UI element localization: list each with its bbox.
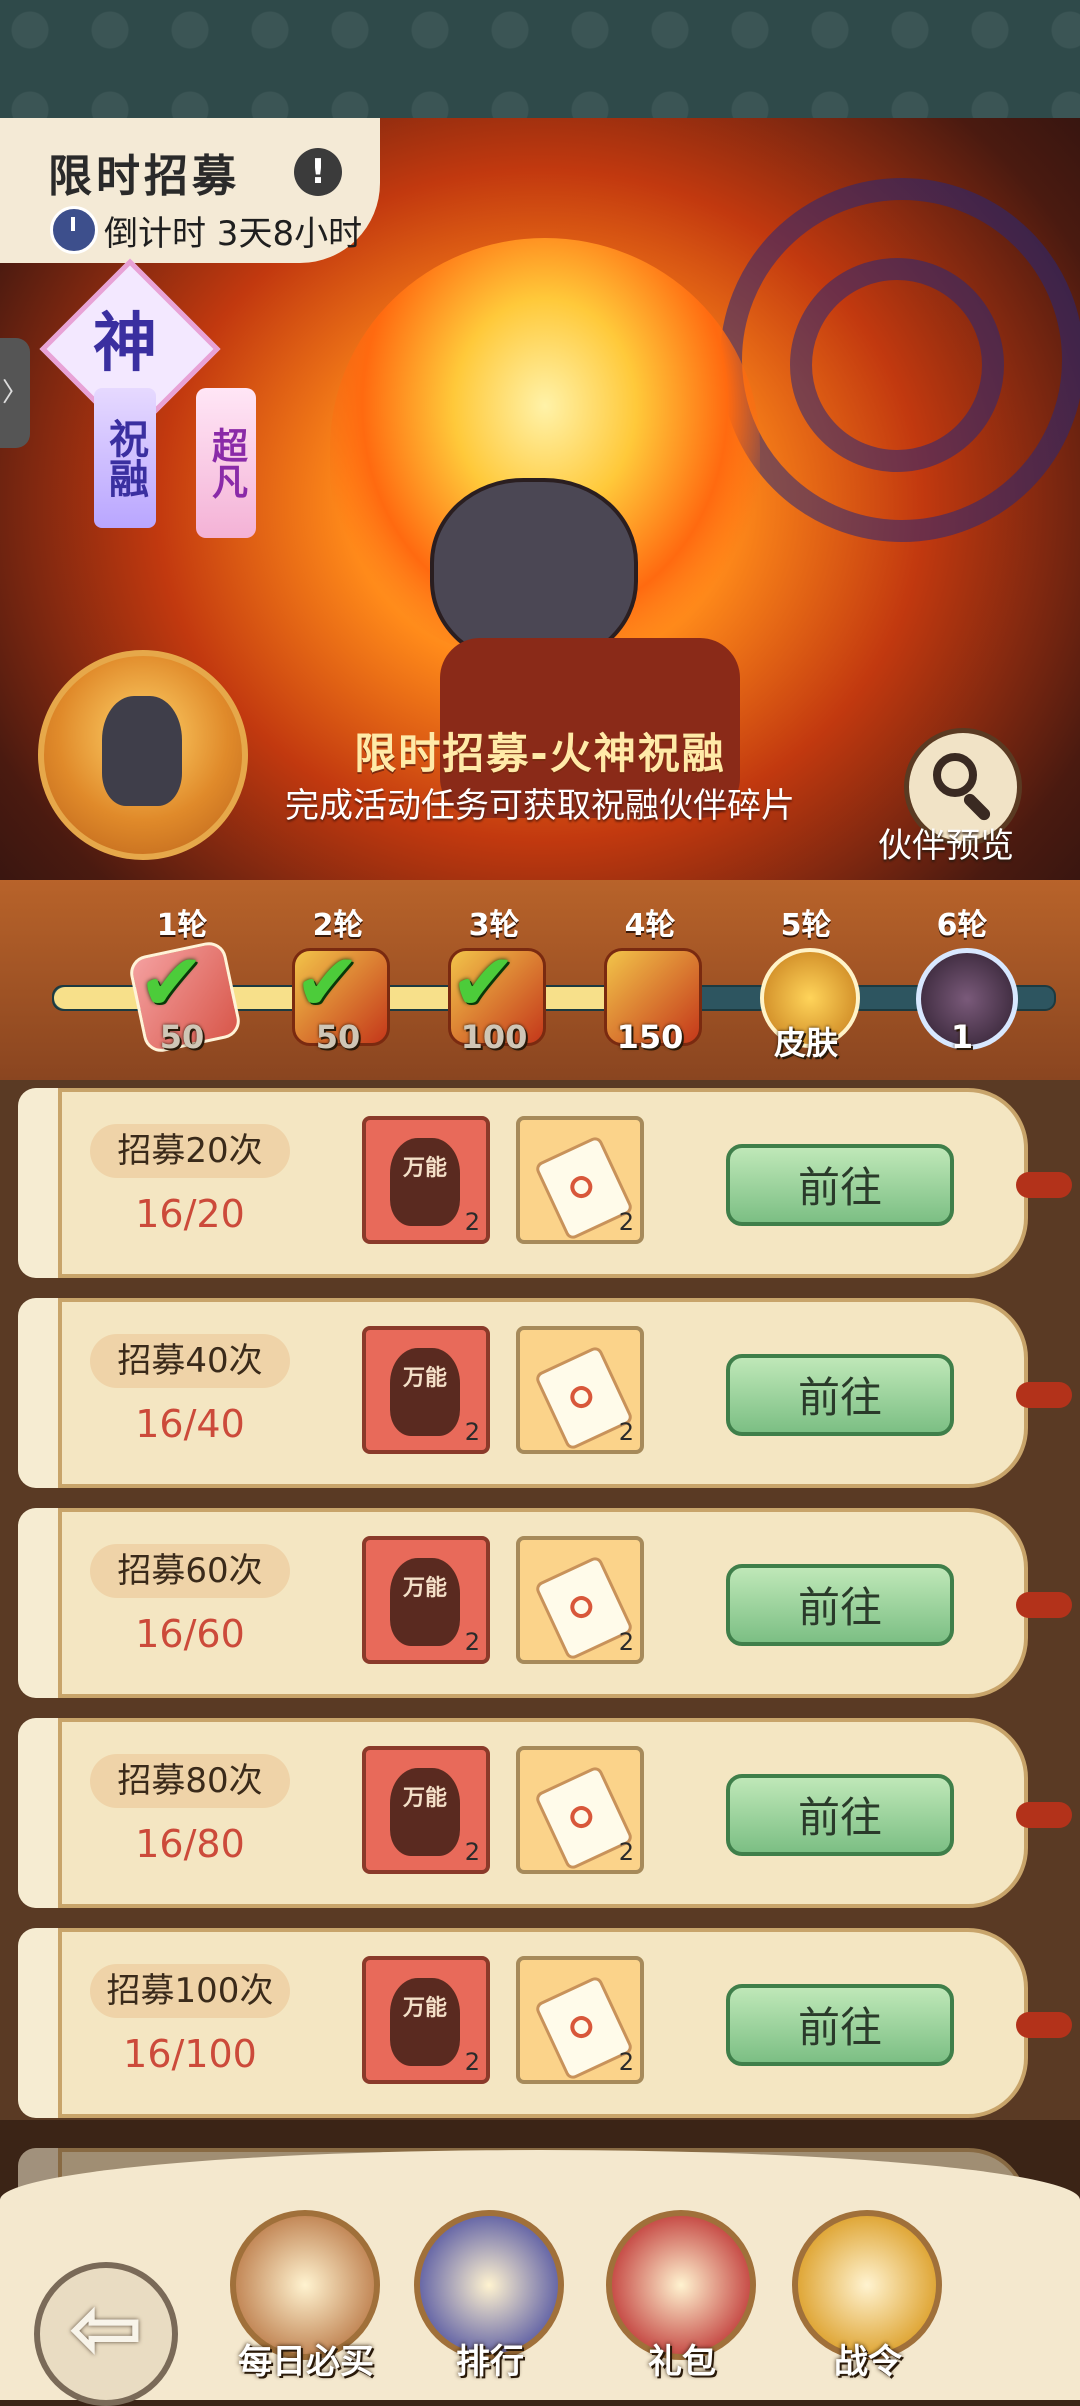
- check-icon: ✔: [138, 936, 206, 1029]
- nav-label: 礼包: [648, 2342, 716, 2382]
- item-count: 2: [464, 1208, 480, 1236]
- go-button[interactable]: 前往: [726, 1144, 954, 1226]
- go-button[interactable]: 前往: [726, 1774, 954, 1856]
- item-count: 2: [464, 2048, 480, 2076]
- task-progress: 16/100: [123, 2032, 257, 2076]
- task-row: 招募100次 16/100 万能 2 2 前往: [18, 1928, 1072, 2118]
- reward-item-ticket[interactable]: 2: [516, 1536, 644, 1664]
- task-name: 招募40次: [90, 1334, 290, 1388]
- go-button[interactable]: 前往: [726, 1354, 954, 1436]
- back-arrow-icon[interactable]: ⇦: [34, 2262, 178, 2406]
- task-progress: 16/60: [135, 1612, 245, 1656]
- nav-label: 战令: [834, 2342, 902, 2382]
- reward-item-ticket[interactable]: 2: [516, 1116, 644, 1244]
- round-reward-count: 50: [159, 1018, 205, 1056]
- round-reward-count: 150: [616, 1018, 684, 1056]
- task-progress: 16/80: [135, 1822, 245, 1866]
- rank-ribbon: 超凡: [196, 388, 256, 538]
- task-row: 招募60次 16/60 万能 2 2 前往: [18, 1508, 1072, 1698]
- reward-item-ticket[interactable]: 2: [516, 1956, 644, 2084]
- check-icon: ✔: [294, 936, 362, 1029]
- nav-button[interactable]: 排行: [410, 2210, 570, 2382]
- item-count: 2: [618, 1208, 634, 1236]
- task-name: 招募80次: [90, 1754, 290, 1808]
- page-title: 限时招募: [48, 151, 240, 202]
- round-reward-count: 皮肤: [773, 1024, 838, 1062]
- task-list[interactable]: 招募20次 16/20 万能 2 2 前往 招募40次 16/40 万能 2 2 前往 招募60次 16/…: [0, 1080, 1080, 2338]
- round-label: 4轮: [624, 908, 676, 943]
- go-button[interactable]: 前往: [726, 1984, 954, 2066]
- task-row: 招募80次 16/80 万能 2 2 前往: [18, 1718, 1072, 1908]
- nav-button[interactable]: 礼包: [602, 2210, 762, 2382]
- task-row: 招募40次 16/40 万能 2 2 前往: [18, 1298, 1072, 1488]
- item-count: 2: [618, 2048, 634, 2076]
- side-drawer-tab[interactable]: 〉: [0, 338, 30, 448]
- check-icon: ✔: [450, 936, 518, 1029]
- tier-badge-text: 神: [93, 307, 157, 381]
- task-name: 招募100次: [90, 1964, 290, 2018]
- reward-item-universal-shard[interactable]: 万能 2: [362, 1536, 490, 1664]
- task-progress: 16/40: [135, 1402, 245, 1446]
- reward-item-universal-shard[interactable]: 万能 2: [362, 1956, 490, 2084]
- nav-label: 排行: [456, 2342, 524, 2382]
- universal-shard-icon: 万能: [390, 1558, 460, 1646]
- reward-item-universal-shard[interactable]: 万能 2: [362, 1746, 490, 1874]
- partner-preview-label[interactable]: 伙伴预览: [878, 818, 1014, 867]
- item-count: 2: [464, 1628, 480, 1656]
- hero-name-ribbon: 祝融: [94, 388, 156, 528]
- nav-label: 每日必买: [238, 2342, 374, 2382]
- nav-button[interactable]: 每日必买: [226, 2210, 386, 2382]
- round-label: 6轮: [936, 908, 988, 943]
- universal-shard-icon: 万能: [390, 1768, 460, 1856]
- item-count: 2: [618, 1838, 634, 1866]
- item-count: 2: [618, 1418, 634, 1446]
- round-reward-count: 100: [460, 1018, 528, 1056]
- status-bar: [0, 0, 1080, 118]
- reward-item-ticket[interactable]: 2: [516, 1326, 644, 1454]
- item-count: 2: [618, 1628, 634, 1656]
- task-progress: 16/20: [135, 1192, 245, 1236]
- reward-item-universal-shard[interactable]: 万能 2: [362, 1116, 490, 1244]
- dragon-swirl-inner: [790, 258, 1004, 472]
- countdown-text: 倒计时 3天8小时: [104, 214, 363, 254]
- item-count: 2: [464, 1838, 480, 1866]
- task-row: 招募20次 16/20 万能 2 2 前往: [18, 1088, 1072, 1278]
- universal-shard-icon: 万能: [390, 1978, 460, 2066]
- go-button[interactable]: 前往: [726, 1564, 954, 1646]
- round-reward-count: 1: [950, 1018, 974, 1056]
- round-reward-count: 50: [315, 1018, 361, 1056]
- nav-button[interactable]: 战令: [788, 2210, 948, 2382]
- round-label: 5轮: [780, 908, 832, 943]
- search-icon: [933, 753, 977, 797]
- reward-item-universal-shard[interactable]: 万能 2: [362, 1326, 490, 1454]
- clock-icon: [50, 206, 98, 254]
- item-count: 2: [464, 1418, 480, 1446]
- task-name: 招募60次: [90, 1544, 290, 1598]
- info-icon[interactable]: !: [294, 148, 342, 196]
- reward-item-ticket[interactable]: 2: [516, 1746, 644, 1874]
- task-name: 招募20次: [90, 1124, 290, 1178]
- universal-shard-icon: 万能: [390, 1348, 460, 1436]
- universal-shard-icon: 万能: [390, 1138, 460, 1226]
